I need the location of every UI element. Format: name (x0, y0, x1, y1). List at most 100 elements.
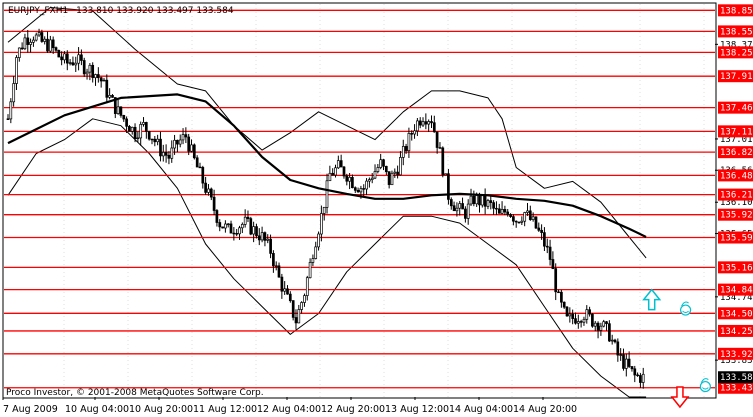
candle-body (427, 121, 431, 125)
candle-body (396, 171, 399, 176)
x-tick-label: 12 Aug 04:00 (257, 404, 321, 415)
candle-body (514, 220, 518, 223)
candle-body (526, 210, 529, 213)
candle-body (99, 77, 103, 82)
candle-body (356, 189, 360, 193)
candle-body (212, 196, 216, 211)
candle-body (128, 126, 131, 132)
candle-body (401, 146, 405, 158)
candle-body (588, 309, 591, 315)
candle-body (317, 233, 320, 248)
level-label: 138.255 (720, 48, 753, 58)
candle-body (548, 246, 552, 260)
candle-body (153, 138, 157, 143)
candle-body (478, 195, 481, 206)
candle-body (444, 173, 447, 176)
candle-body (503, 209, 507, 213)
candle-body (181, 134, 185, 141)
candle-body (452, 205, 456, 212)
candle-body (517, 221, 521, 224)
candle-body (184, 134, 188, 138)
candle-body (382, 159, 385, 167)
candle-body (40, 32, 44, 42)
candle-body (125, 118, 128, 127)
candle-body (209, 188, 213, 198)
candle-body (379, 159, 383, 168)
candle-body (17, 47, 21, 58)
candle-body (280, 276, 284, 292)
level-label: 134.844 (720, 286, 753, 296)
candle-body (596, 322, 600, 331)
candle-body (190, 144, 193, 152)
x-tick-label: 7 Aug 2009 (3, 404, 58, 415)
candle-body (630, 366, 634, 370)
candle-body (528, 210, 532, 220)
candle-body (303, 295, 306, 303)
candle-body (472, 195, 476, 205)
candle-body (410, 133, 414, 135)
candle-body (238, 227, 241, 235)
candle-body (435, 131, 439, 148)
candle-body (342, 166, 346, 177)
candle-body (475, 195, 479, 205)
candle-body (119, 106, 123, 116)
candle-body (509, 214, 512, 217)
candle-body (449, 199, 453, 207)
candle-body (469, 195, 473, 205)
candle-body (362, 188, 366, 190)
candle-body (226, 223, 230, 226)
candle-body (345, 175, 349, 182)
candle-body (246, 216, 250, 219)
candle-body (60, 56, 63, 61)
candle-body (288, 293, 292, 302)
candle-body (6, 118, 10, 120)
candle-body (413, 130, 416, 135)
candle-body (531, 216, 535, 220)
candle-body (370, 177, 374, 180)
candle-body (393, 171, 397, 174)
candle-body (325, 180, 329, 208)
candle-body (495, 207, 498, 210)
candle-body (322, 206, 326, 214)
candle-body (500, 209, 504, 214)
candle-body (543, 232, 546, 247)
candle-body (272, 253, 275, 267)
candle-body (283, 288, 287, 292)
level-label: 135.164 (720, 263, 753, 273)
candle-body (88, 64, 92, 73)
candle-body (54, 47, 58, 51)
level-label: 136.486 (720, 171, 753, 181)
candle-body (489, 200, 493, 203)
candle-body (641, 373, 645, 383)
candle-body (599, 325, 603, 331)
candle-body (68, 62, 72, 64)
candle-body (49, 39, 52, 52)
candle-body (232, 232, 236, 235)
candle-body (605, 321, 608, 325)
candle-body (424, 121, 428, 125)
candle-body (57, 50, 61, 58)
level-label: 137.119 (720, 127, 753, 137)
candle-body (147, 131, 151, 140)
candle-body (9, 101, 13, 120)
x-tick-label: 14 Aug 04:00 (449, 404, 513, 415)
candle-body (85, 71, 89, 75)
x-tick-label: 14 Aug 20:00 (513, 404, 577, 415)
candle-body (404, 146, 408, 152)
candle-body (195, 157, 199, 168)
candle-body (46, 38, 49, 52)
candle-body (418, 120, 422, 126)
candle-body (458, 203, 462, 209)
candle-body (399, 157, 402, 176)
candle-body (353, 187, 357, 191)
candle-body (178, 139, 182, 145)
level-label: 133.433 (720, 384, 753, 394)
candle-body (368, 179, 371, 182)
x-tick-label: 10 Aug 04:00 (65, 404, 129, 415)
candle-body (387, 171, 391, 185)
level-label: 137.460 (720, 104, 753, 114)
candle-body (266, 238, 270, 241)
candle-body (331, 172, 335, 176)
candle-body (574, 318, 577, 324)
candle-body (286, 288, 289, 295)
